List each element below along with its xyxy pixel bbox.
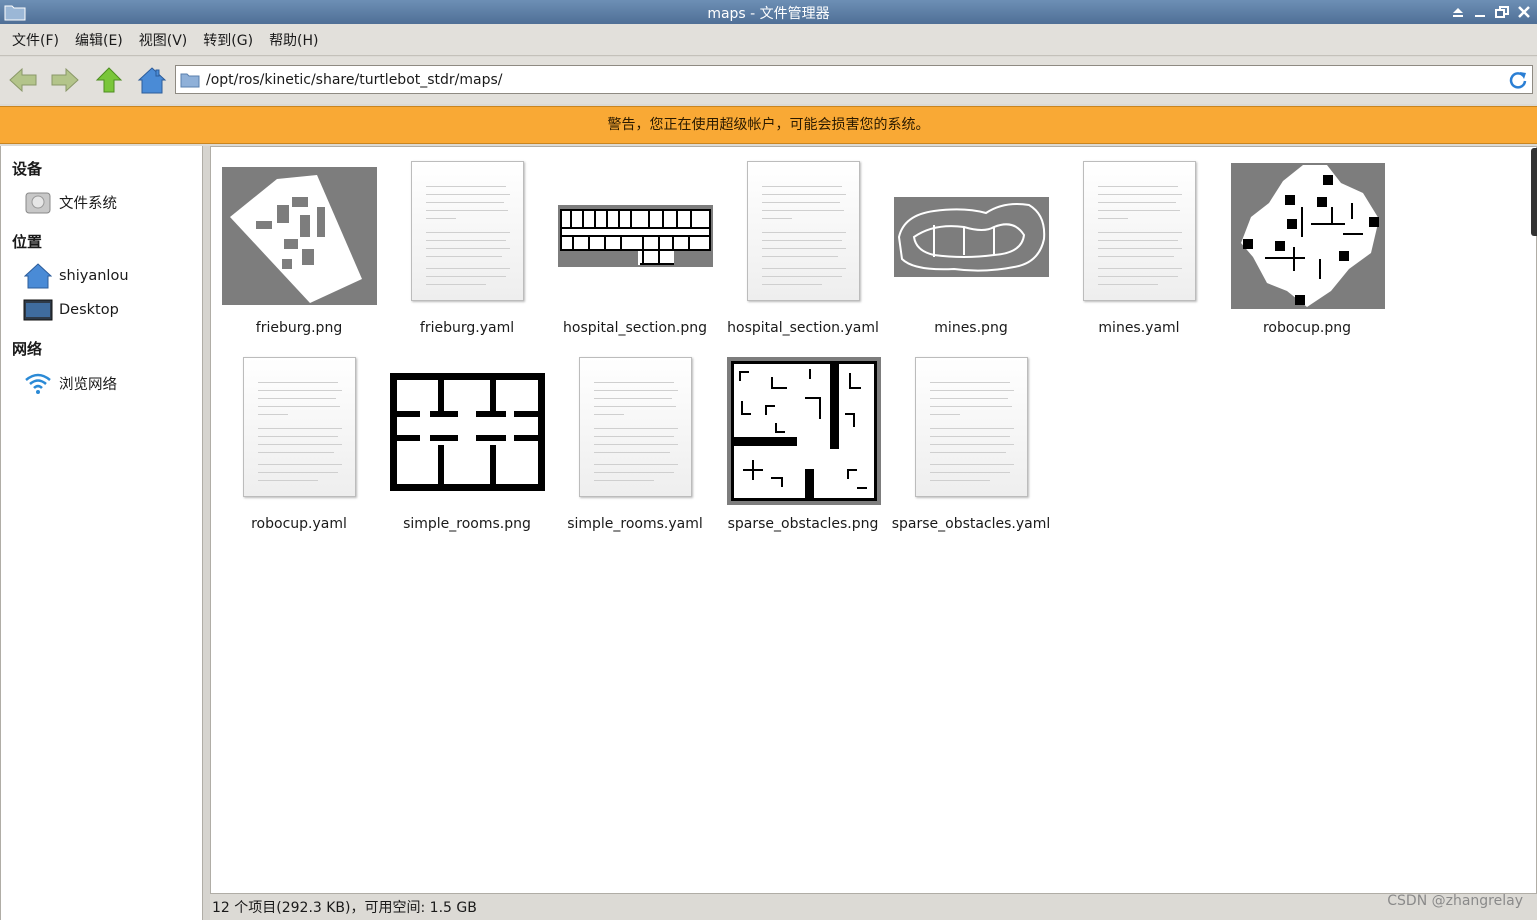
file-item[interactable]: frieburg.png <box>215 157 383 342</box>
home-button[interactable] <box>136 65 168 95</box>
map-thumbnail <box>390 373 545 491</box>
scrollbar-handle[interactable] <box>1531 148 1537 236</box>
map-thumbnail <box>558 205 713 267</box>
map-thumbnail <box>894 197 1049 277</box>
arrow-left-icon <box>9 67 37 93</box>
file-item[interactable]: mines.png <box>887 157 1055 342</box>
menu-go[interactable]: 转到(G) <box>195 30 261 50</box>
file-view: frieburg.png frieburg.yaml hospital_sect… <box>210 146 1537 894</box>
file-item[interactable]: hospital_section.yaml <box>719 157 887 342</box>
file-name: robocup.png <box>1262 320 1352 336</box>
window-title: maps - 文件管理器 <box>707 6 830 22</box>
menu-view[interactable]: 视图(V) <box>131 30 196 50</box>
refresh-button[interactable] <box>1506 68 1530 92</box>
file-name: simple_rooms.yaml <box>567 516 703 532</box>
text-file-icon <box>747 161 860 301</box>
section-places: 位置 <box>12 233 43 251</box>
file-item[interactable]: hospital_section.png <box>551 157 719 342</box>
map-thumbnail <box>1231 163 1385 309</box>
map-thumbnail <box>727 357 881 505</box>
menu-bar: 文件(F) 编辑(E) 视图(V) 转到(G) 帮助(H) <box>0 24 1537 56</box>
file-name: hospital_section.yaml <box>727 320 879 336</box>
root-warning-banner: 警告，您正在使用超级帐户，可能会损害您的系统。 <box>0 106 1537 144</box>
back-button[interactable] <box>7 65 39 95</box>
refresh-icon <box>1509 71 1527 89</box>
shade-icon[interactable] <box>1449 2 1467 21</box>
file-item[interactable]: sparse_obstacles.png <box>719 353 887 553</box>
maximize-icon[interactable] <box>1493 2 1511 21</box>
folder-icon <box>180 73 200 88</box>
arrow-up-icon <box>95 67 123 93</box>
file-item[interactable]: frieburg.yaml <box>383 157 551 342</box>
section-devices: 设备 <box>12 160 43 178</box>
section-network: 网络 <box>12 340 43 358</box>
file-item[interactable]: simple_rooms.yaml <box>551 353 719 553</box>
file-name: simple_rooms.png <box>403 516 531 532</box>
file-name: mines.yaml <box>1098 320 1180 336</box>
sidebar-item-home[interactable]: shiyanlou <box>23 261 129 291</box>
file-name: hospital_section.png <box>563 320 707 336</box>
menu-help[interactable]: 帮助(H) <box>261 30 326 50</box>
wifi-icon <box>23 369 53 397</box>
path-input[interactable] <box>206 67 1506 92</box>
file-item[interactable]: robocup.yaml <box>215 353 383 553</box>
sidebar-item-label: Desktop <box>59 302 119 318</box>
text-file-icon <box>579 357 692 497</box>
file-item[interactable]: mines.yaml <box>1055 157 1223 342</box>
location-bar <box>175 65 1533 94</box>
sidebar-item-label: shiyanlou <box>59 268 129 284</box>
menu-file[interactable]: 文件(F) <box>4 30 67 50</box>
home-icon <box>137 67 167 94</box>
sidebar-item-filesystem[interactable]: 文件系统 <box>23 187 117 217</box>
file-item[interactable]: simple_rooms.png <box>383 353 551 553</box>
file-name: mines.png <box>934 320 1008 336</box>
map-thumbnail <box>222 167 377 305</box>
menu-edit[interactable]: 编辑(E) <box>67 30 131 50</box>
text-file-icon <box>243 357 356 497</box>
harddisk-icon <box>23 188 53 216</box>
text-file-icon <box>411 161 524 301</box>
file-item[interactable]: sparse_obstacles.yaml <box>887 353 1055 553</box>
pane-splitter[interactable] <box>203 146 210 920</box>
file-name: robocup.yaml <box>251 516 347 532</box>
sidebar-item-desktop[interactable]: Desktop <box>23 295 119 325</box>
text-file-icon <box>915 357 1028 497</box>
arrow-right-icon <box>51 67 79 93</box>
desktop-icon <box>23 296 53 324</box>
home-icon <box>23 262 53 290</box>
forward-button[interactable] <box>49 65 81 95</box>
file-item[interactable]: robocup.png <box>1223 157 1391 342</box>
sidebar: 设备 文件系统 位置 shiyanlou Desktop 网络 浏览网络 <box>0 146 203 920</box>
status-bar: 12 个项目(292.3 KB)，可用空间: 1.5 GB <box>210 895 1537 920</box>
watermark: CSDN @zhangrelay <box>1387 893 1523 909</box>
close-icon[interactable] <box>1515 2 1533 21</box>
file-name: frieburg.png <box>255 320 343 336</box>
sidebar-item-label: 文件系统 <box>59 195 117 212</box>
sidebar-item-network[interactable]: 浏览网络 <box>23 368 117 398</box>
up-button[interactable] <box>93 65 125 95</box>
minimize-icon[interactable] <box>1471 2 1489 21</box>
title-bar: maps - 文件管理器 <box>0 0 1537 24</box>
file-name: frieburg.yaml <box>419 320 515 336</box>
text-file-icon <box>1083 161 1196 301</box>
file-name: sparse_obstacles.png <box>727 516 879 532</box>
file-name: sparse_obstacles.yaml <box>891 516 1051 532</box>
toolbar <box>0 57 1537 104</box>
sidebar-item-label: 浏览网络 <box>59 376 117 393</box>
